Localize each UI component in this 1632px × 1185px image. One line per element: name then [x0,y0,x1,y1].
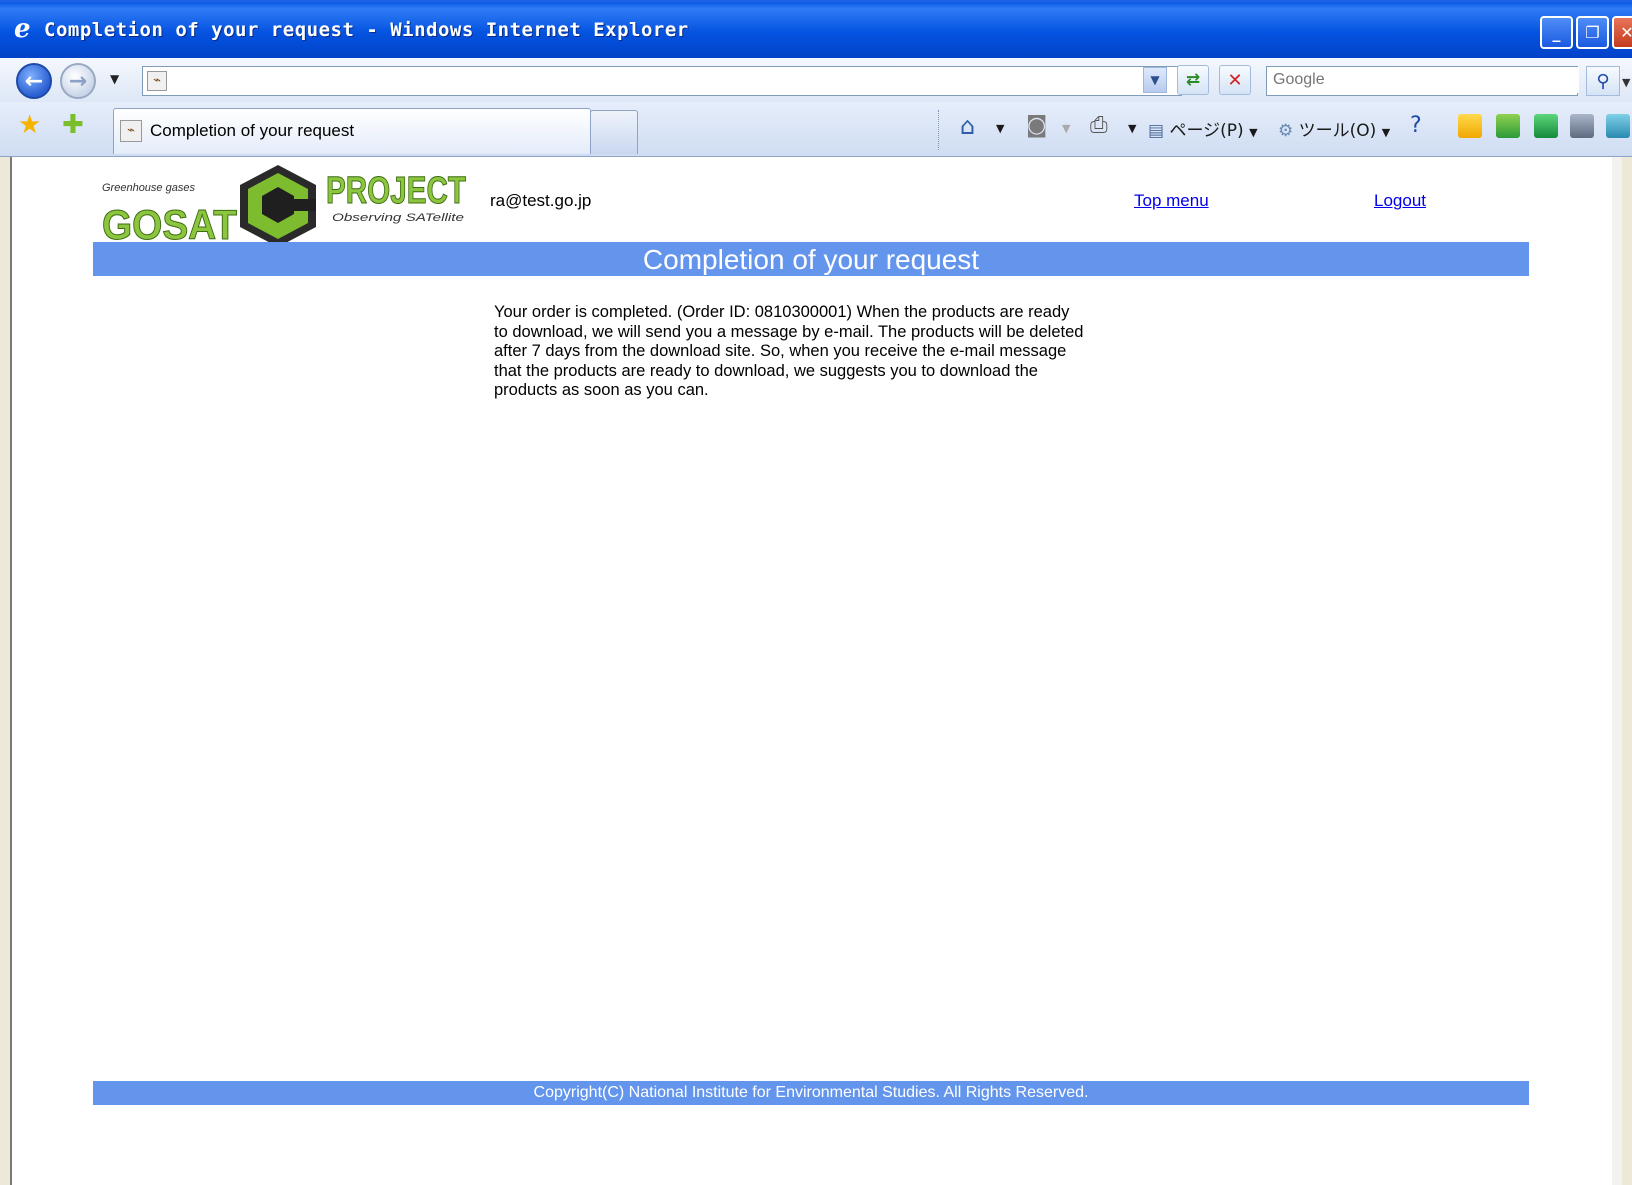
window-titlebar[interactable]: e Completion of your request - Windows I… [0,0,1632,58]
print-dropdown-icon[interactable]: ▼ [1128,122,1136,135]
search-field[interactable] [1266,66,1579,96]
ie-logo-icon: e [14,14,31,44]
new-tab-button[interactable] [590,110,638,154]
address-dropdown-button[interactable]: ▼ [1143,67,1167,93]
address-toolbar: ← → ▼ ⌁ ▼ ⇄ ✕ ⚲ ▼ [0,58,1632,102]
feeds-icon[interactable]: ◙ [1026,113,1047,138]
feeds-dropdown-icon[interactable]: ▼ [1062,122,1070,135]
tab-toolbar: ★ ✚ ⌁ Completion of your request ⌂ ▼ ◙ ▼… [0,102,1632,157]
page-favicon-icon: ⌁ [147,71,167,91]
logo-top-text: Greenhouse gases [102,182,195,194]
toolbar-extension-icon[interactable] [1534,114,1558,138]
add-favorites-icon[interactable]: ✚ [62,112,84,138]
chevron-down-icon: ▼ [1150,73,1160,87]
page-menu[interactable]: ▤ ページ(P) ▼ [1148,116,1258,141]
search-options-dropdown-icon[interactable]: ▼ [1622,76,1630,89]
page-dropdown-icon: ▼ [1249,126,1258,139]
search-button[interactable]: ⚲ [1586,66,1620,96]
back-button[interactable]: ← [16,63,52,99]
tools-dropdown-icon: ▼ [1381,126,1391,139]
tools-menu[interactable]: ⚙ ツール(O) ▼ [1278,116,1390,141]
tools-menu-label: ツール(O) [1298,121,1377,141]
stop-icon: ✕ [1227,69,1243,91]
home-dropdown-icon[interactable]: ▼ [996,122,1004,135]
copyright-footer: Copyright(C) National Institute for Envi… [93,1081,1529,1105]
tab-favicon-icon: ⌁ [120,120,142,142]
address-field[interactable]: ⌁ [142,66,1182,96]
gosat-project-logo: Greenhouse gases GOSAT PROJECT Observing… [102,165,467,243]
home-icon[interactable]: ⌂ [960,112,975,140]
back-arrow-icon: ← [24,68,44,94]
page-viewport: Greenhouse gases GOSAT PROJECT Observing… [10,157,1622,1185]
forward-button[interactable]: → [60,63,96,99]
page-title: Completion of your request [93,242,1529,276]
stop-button[interactable]: ✕ [1219,65,1251,95]
logo-main-text: GOSAT [102,201,237,243]
page-menu-label: ページ(P) [1169,121,1244,141]
print-icon[interactable]: ⎙ [1090,113,1108,138]
search-input[interactable] [1267,67,1579,93]
history-dropdown-icon[interactable]: ▼ [110,72,119,86]
favorites-center-icon[interactable]: ★ [18,112,41,138]
top-menu-link[interactable]: Top menu [1134,191,1209,211]
tab-label: Completion of your request [150,121,355,140]
completion-message: Your order is completed. (Order ID: 0810… [494,303,1084,399]
forward-arrow-icon: → [68,68,88,94]
messenger-icon[interactable] [1496,114,1520,138]
logo-sub-text: Observing SATellite [332,212,464,224]
gosat-c-emblem [240,165,316,243]
refresh-button[interactable]: ⇄ [1177,65,1209,95]
research-icon[interactable] [1458,114,1482,138]
toolbar-extension-icon[interactable] [1570,114,1594,138]
page-icon: ▤ [1148,121,1165,141]
help-icon[interactable]: ? [1410,113,1422,138]
logout-link[interactable]: Logout [1374,191,1426,211]
logo-project-text: PROJECT [326,170,466,212]
gear-icon: ⚙ [1278,121,1294,141]
toolbar-extension-icon[interactable] [1606,114,1630,138]
restore-button[interactable]: ❐ [1576,16,1609,49]
refresh-icon: ⇄ [1185,70,1201,90]
user-email: ra@test.go.jp [490,191,592,210]
tab-completion-of-your-request[interactable]: ⌁ Completion of your request [113,108,591,154]
search-icon: ⚲ [1596,70,1610,92]
close-button[interactable]: ✕ [1612,16,1632,49]
window-title: Completion of your request - Windows Int… [44,19,689,41]
minimize-button[interactable]: _ [1540,16,1573,49]
toolbar-separator [938,110,939,150]
vertical-scrollbar[interactable] [1612,157,1622,1185]
